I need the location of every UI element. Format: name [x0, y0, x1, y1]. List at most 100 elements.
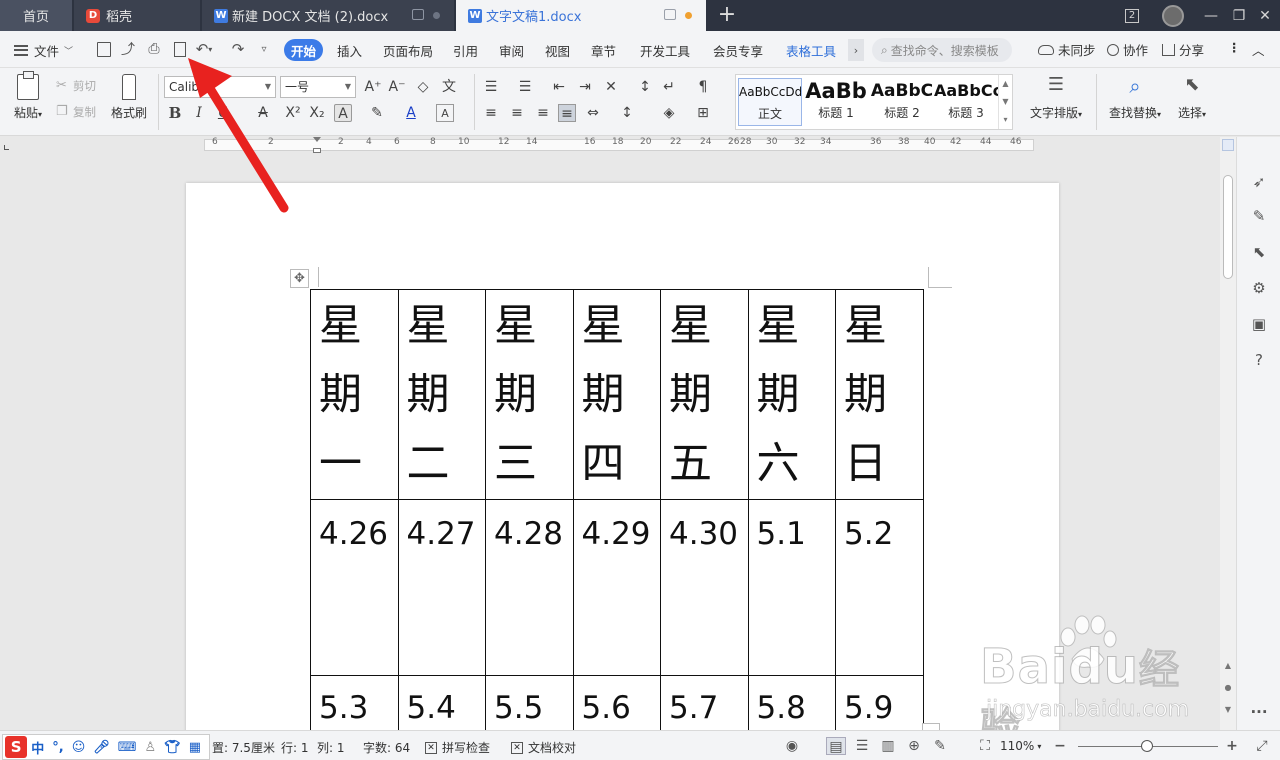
user-icon[interactable]: ♙	[145, 740, 157, 755]
table-cell[interactable]: 5.1	[747, 499, 836, 676]
more-icon[interactable]: ···	[1250, 703, 1268, 721]
ime-punctuation[interactable]: °,	[52, 740, 63, 755]
tab-document-active[interactable]: W 文字文稿1.docx	[456, 0, 706, 31]
skin-icon[interactable]: 👕︎	[164, 740, 181, 755]
page-up-icon[interactable]: ▲	[1222, 659, 1234, 673]
adjust-icon[interactable]: ⚙	[1250, 279, 1268, 297]
tab-member[interactable]: 会员专享	[713, 40, 763, 60]
chevron-right-icon[interactable]: ›	[848, 39, 864, 61]
doc-proof-button[interactable]: ✕ 文档校对	[511, 739, 576, 756]
align-right-icon[interactable]: ≡	[534, 104, 552, 122]
find-replace-button[interactable]: ⌕ 查找替换▾	[1104, 74, 1166, 121]
phonetic-icon[interactable]: 文	[440, 78, 458, 96]
align-left-icon[interactable]: ≡	[482, 104, 500, 122]
maximize-button[interactable]: ❐	[1228, 0, 1250, 31]
horizontal-ruler[interactable]: 6 4 2 2 4 6 8 10 12 14 16 18 20 22 24 26…	[0, 137, 1220, 153]
table-cell-wed[interactable]: 星期三	[485, 289, 574, 500]
table-cell[interactable]: 5.6	[572, 675, 661, 730]
fullscreen-icon[interactable]: ⤢	[1252, 737, 1272, 755]
table-cell-mon[interactable]: 星期一	[310, 289, 399, 500]
select-button[interactable]: ⬉ 选择▾	[1172, 74, 1212, 121]
paragraph-mark-icon[interactable]: ¶	[694, 78, 712, 96]
tab-references[interactable]: 引用	[453, 40, 478, 60]
emoji-icon[interactable]: ☺	[72, 740, 86, 755]
calendar-table[interactable]: 星期一 星期二 星期三 星期四 星期五 星期六 星期日 4.26 4.27 4.…	[310, 289, 924, 730]
eye-protect-icon[interactable]: ◉	[782, 737, 802, 755]
user-avatar[interactable]	[1160, 0, 1186, 31]
page-down-icon[interactable]: ▼	[1222, 703, 1234, 717]
superscript-icon[interactable]: X²	[284, 104, 302, 122]
scrollbar-thumb[interactable]	[1223, 175, 1233, 279]
tab-developer[interactable]: 开发工具	[640, 40, 690, 60]
italic-icon[interactable]: I	[190, 104, 208, 122]
print-preview-icon[interactable]	[172, 41, 188, 57]
style-heading-1[interactable]: AaBb 标题 1	[804, 78, 868, 126]
grow-font-icon[interactable]: A⁺	[364, 78, 382, 96]
table-cell[interactable]: 4.26	[310, 499, 399, 676]
window-count[interactable]: 2	[1120, 0, 1144, 31]
decrease-indent-icon[interactable]: ⇤	[550, 78, 568, 96]
share-button[interactable]: 分享	[1162, 40, 1204, 59]
table-cell[interactable]: 5.2	[835, 499, 924, 676]
pen-icon[interactable]: ✎	[1250, 207, 1268, 225]
shading-icon[interactable]: ◈	[660, 104, 678, 122]
table-cell-sat[interactable]: 星期六	[747, 289, 836, 500]
pin-icon[interactable]	[664, 9, 676, 20]
zoom-select[interactable]: 110% ▾	[1000, 739, 1041, 753]
tab-section[interactable]: 章节	[591, 40, 616, 60]
font-color-icon[interactable]: A	[402, 104, 420, 122]
styles-scroll[interactable]: ▲ ▼ ▾	[998, 75, 1012, 129]
format-painter-button[interactable]: 格式刷	[108, 74, 150, 121]
table-cell-sun[interactable]: 星期日	[835, 289, 924, 500]
chinese-layout-icon[interactable]: ✕	[602, 78, 620, 96]
reading-view-icon[interactable]: ▥	[878, 737, 898, 755]
tab-table-tools[interactable]: 表格工具	[786, 40, 836, 60]
tab-stop-icon[interactable]	[4, 145, 9, 150]
table-resize-handle[interactable]	[922, 723, 940, 730]
paste-button[interactable]: 粘贴▾	[10, 71, 46, 121]
inbox-icon[interactable]: ▣	[1250, 315, 1268, 333]
vertical-scrollbar[interactable]: ▲ ● ▼	[1220, 137, 1236, 730]
write-mode-icon[interactable]: ✎	[930, 737, 950, 755]
fit-page-icon[interactable]: ⛶	[975, 737, 995, 755]
tab-review[interactable]: 审阅	[499, 40, 524, 60]
highlight-icon[interactable]: ✎	[368, 104, 386, 122]
clear-format-icon[interactable]: ◇	[414, 78, 432, 96]
ime-toolbar[interactable]: S 中 °, ☺ 🎤︎ ⌨ ♙ 👕︎ ▦	[2, 734, 210, 760]
sort-icon[interactable]: ↕	[636, 78, 654, 96]
undo-icon[interactable]: ↶ ▾	[196, 40, 213, 58]
indent-marker-icon[interactable]	[313, 137, 321, 153]
table-cell[interactable]: 5.5	[485, 675, 574, 730]
unsaved-dot-icon[interactable]	[685, 12, 692, 19]
copy-button[interactable]: ❐ 复制	[56, 104, 96, 120]
sogou-logo-icon[interactable]: S	[5, 736, 28, 758]
show-marks-icon[interactable]: ↵	[660, 78, 678, 96]
tab-page-layout[interactable]: 页面布局	[383, 40, 433, 60]
customize-toolbar-icon[interactable]: ▿	[256, 41, 272, 57]
text-effect-icon[interactable]: A	[334, 104, 352, 122]
outline-view-icon[interactable]: ☰	[852, 737, 872, 755]
increase-indent-icon[interactable]: ⇥	[576, 78, 594, 96]
tab-daoke[interactable]: D 稻壳	[74, 0, 200, 31]
bold-icon[interactable]: B	[166, 104, 184, 122]
keyboard-icon[interactable]: ⌨	[118, 740, 137, 755]
tab-home-ribbon[interactable]: 开始	[284, 39, 323, 61]
char-border-icon[interactable]: A	[436, 104, 454, 122]
zoom-out-icon[interactable]: −	[1050, 737, 1070, 755]
status-word-count[interactable]: 字数: 64	[363, 739, 410, 756]
file-menu[interactable]: 文件 ﹀	[14, 40, 73, 60]
table-cell[interactable]: 4.29	[572, 499, 661, 676]
zoom-slider-thumb[interactable]	[1141, 740, 1153, 752]
sync-button[interactable]: 未同步	[1038, 40, 1096, 59]
table-cell[interactable]: 5.7	[660, 675, 749, 730]
line-spacing-icon[interactable]: ↕	[618, 104, 636, 122]
minimize-button[interactable]: —	[1200, 0, 1222, 31]
table-move-handle-icon[interactable]: ✥	[290, 269, 309, 288]
numbered-list-icon[interactable]: ☰	[516, 78, 534, 96]
style-heading-2[interactable]: AaBbC 标题 2	[870, 78, 934, 126]
select-cursor-icon[interactable]: ⬉	[1250, 243, 1268, 261]
table-cell[interactable]: 5.9	[835, 675, 924, 730]
close-button[interactable]: ✕	[1254, 0, 1276, 31]
microphone-icon[interactable]: 🎤︎	[93, 740, 110, 755]
bullet-list-icon[interactable]: ☰	[482, 78, 500, 96]
